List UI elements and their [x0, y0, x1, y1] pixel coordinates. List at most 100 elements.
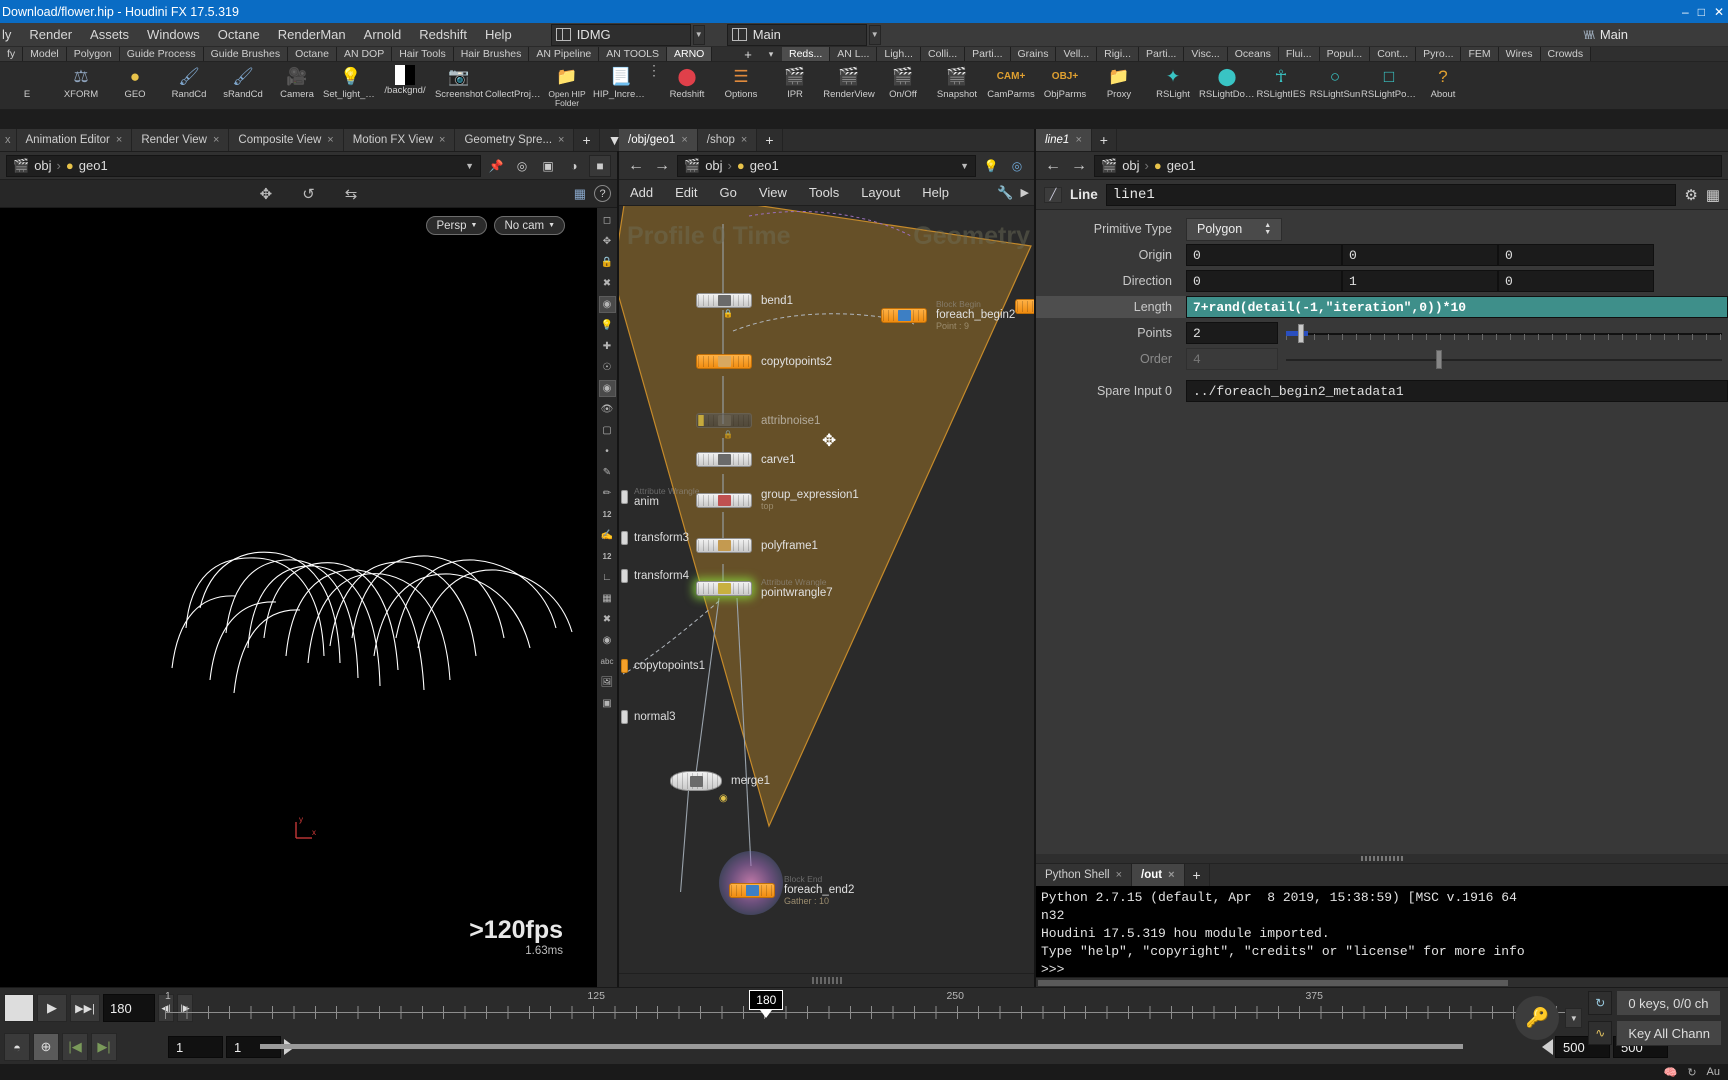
image-icon[interactable]: 🖼: [599, 674, 616, 691]
shelf-tab-an-tools[interactable]: AN TOOLS: [599, 47, 667, 61]
node-body[interactable]: [696, 354, 752, 369]
network-menu-view[interactable]: View: [748, 185, 798, 200]
snap-icon[interactable]: ✖: [599, 275, 616, 292]
node-pointwrangle7[interactable]: Attribute Wrangle pointwrangle7: [696, 577, 833, 599]
ghost-icon[interactable]: ▢: [599, 422, 616, 439]
shelf-dropdown-button[interactable]: ▾: [760, 47, 782, 61]
shelf-tab-an-light[interactable]: AN L...: [830, 47, 878, 61]
handles-icon[interactable]: ✥: [599, 233, 616, 250]
stop-button[interactable]: [4, 994, 34, 1022]
back-arrow-icon[interactable]: ←: [1042, 155, 1064, 177]
close-icon[interactable]: ×: [681, 134, 687, 146]
breadcrumb-obj[interactable]: obj: [34, 158, 51, 173]
node-copytopoints1[interactable]: copytopoints1: [621, 659, 705, 673]
scrollbar-thumb[interactable]: [1038, 980, 1508, 986]
bulb-icon[interactable]: 💡: [980, 155, 1002, 177]
menu-item-renderman[interactable]: RenderMan: [269, 23, 355, 47]
desktop-main-dropdown[interactable]: ▼: [868, 24, 881, 45]
close-icon[interactable]: ×: [213, 134, 219, 146]
shelf-tab-lights[interactable]: Ligh...: [877, 47, 921, 61]
shelf-tab-oceans[interactable]: Oceans: [1227, 47, 1279, 61]
material-icon[interactable]: ◉: [598, 380, 616, 397]
parameters-breadcrumb[interactable]: 🎬 obj › ● geo1: [1094, 154, 1722, 177]
key-dropdown-icon[interactable]: ▼: [1565, 1008, 1583, 1028]
tab-out[interactable]: /out ×: [1132, 864, 1185, 886]
node-merge1[interactable]: merge1: [670, 771, 770, 791]
shelf-tab-populate[interactable]: Popul...: [1319, 47, 1371, 61]
channel-curve-icon[interactable]: ∿: [1588, 1021, 1613, 1045]
network-breadcrumb[interactable]: 🎬 obj › ● geo1 ▼: [677, 154, 976, 177]
tab-geometry-spreadsheet[interactable]: Geometry Spre... ×: [455, 129, 575, 151]
close-icon[interactable]: ×: [1168, 869, 1174, 881]
node-group-expression1[interactable]: group_expression1 top: [696, 489, 859, 511]
node-body[interactable]: [696, 452, 752, 467]
channel-refresh-icon[interactable]: ↻: [1588, 991, 1613, 1015]
viewport-layout-icon[interactable]: ▦: [574, 186, 586, 202]
network-tab-obj-geo1[interactable]: /obj/geo1 ×: [619, 129, 698, 151]
menu-item-render[interactable]: Render: [20, 23, 81, 47]
visibility-icon[interactable]: 👁: [599, 401, 616, 418]
breadcrumb-obj[interactable]: obj: [705, 158, 722, 173]
cube-icon[interactable]: ▣: [537, 155, 559, 177]
close-icon[interactable]: ×: [439, 134, 445, 146]
target-icon[interactable]: ◎: [1006, 155, 1028, 177]
tab-render-view[interactable]: Render View ×: [132, 129, 230, 151]
refresh-icon[interactable]: ↻: [1687, 1066, 1696, 1079]
menu-item-assets[interactable]: Assets: [81, 23, 138, 47]
node-body[interactable]: [696, 538, 752, 553]
auto-key-icon[interactable]: ⊕: [33, 1033, 59, 1061]
network-canvas[interactable]: Profile 0 Time Geometry bend1 🔒 Block Be…: [619, 206, 1034, 973]
desktop-idmg-dropdown[interactable]: ▼: [692, 24, 705, 45]
playback-range-bar[interactable]: [260, 1037, 1463, 1057]
playhead[interactable]: 180: [749, 990, 784, 1010]
timeline-ruler[interactable]: 1 125 250 375 180: [165, 990, 1573, 1026]
shelf-tool-set-light[interactable]: 💡 Set_light_C...: [323, 62, 379, 109]
node-foreach-end2[interactable]: Block End foreach_end2 Gather : 10: [729, 874, 854, 906]
global-start-field[interactable]: 1: [168, 1036, 223, 1058]
animation-mode-icon[interactable]: ◓: [4, 1033, 30, 1061]
shelf-tool-collectproject[interactable]: CollectProject: [485, 62, 541, 109]
shelf-tool-rslight[interactable]: ✦ RSLight: [1146, 62, 1200, 109]
range-start-button[interactable]: |◀: [62, 1033, 88, 1061]
shelf-tool-camera[interactable]: 🎥 Camera: [270, 62, 324, 109]
menu-item-redshift[interactable]: Redshift: [410, 23, 476, 47]
viewport-breadcrumb[interactable]: 🎬 obj › ● geo1 ▼: [6, 154, 481, 177]
node-body[interactable]: [696, 293, 752, 308]
parameters-splitter[interactable]: [1036, 854, 1728, 863]
desktop-selector-main[interactable]: Main: [726, 23, 867, 46]
shelf-tab-particles2[interactable]: Parti...: [1138, 47, 1185, 61]
shelf-tab-octane[interactable]: Octane: [288, 47, 337, 61]
shelf-tab-particles[interactable]: Parti...: [965, 47, 1011, 61]
chevron-down-icon[interactable]: ▼: [960, 161, 969, 171]
shelf-tool-rslightdome[interactable]: ⬤ RSLightDome: [1199, 62, 1255, 109]
network-menu-help[interactable]: Help: [911, 185, 960, 200]
node-attribnoise1[interactable]: attribnoise1: [696, 413, 820, 428]
menu-item-help[interactable]: Help: [476, 23, 521, 47]
shelf-tab-crowds[interactable]: Crowds: [1540, 47, 1592, 61]
shelf-tool-snapshot[interactable]: 🎬 Snapshot: [930, 62, 984, 109]
tab-animation-editor[interactable]: Animation Editor ×: [16, 129, 133, 151]
viewport-tab-scene[interactable]: x: [0, 129, 17, 151]
shelf-tab-guide-brushes[interactable]: Guide Brushes: [203, 47, 289, 61]
pen-icon[interactable]: ✏: [599, 485, 616, 502]
shelf-tab-hair-brushes[interactable]: Hair Brushes: [453, 47, 530, 61]
target-icon[interactable]: ◎: [511, 155, 533, 177]
key-all-channels-button[interactable]: Key All Chann: [1616, 1020, 1722, 1046]
shelf-tab-collisions[interactable]: Colli...: [920, 47, 966, 61]
node-carve1[interactable]: carve1: [696, 452, 796, 467]
shelf-tool-objparms[interactable]: OBJ+ ObjParms: [1038, 62, 1092, 109]
node-name-field[interactable]: line1: [1105, 183, 1677, 206]
shelf-tool-rslightsun[interactable]: ○ RSLightSun: [1308, 62, 1362, 109]
close-icon[interactable]: ×: [1075, 134, 1081, 146]
shelf-tab-redshift[interactable]: Reds...: [782, 47, 831, 61]
wrench-icon[interactable]: 🔧: [997, 185, 1013, 201]
python-add-tab[interactable]: +: [1184, 864, 1210, 886]
parameters-add-tab[interactable]: +: [1091, 129, 1117, 151]
gear-icon[interactable]: ⚙: [1684, 186, 1697, 204]
network-menu-go[interactable]: Go: [709, 185, 748, 200]
num12-icon[interactable]: 12: [599, 506, 616, 523]
shelf-tab-vellum[interactable]: Vell...: [1056, 47, 1098, 61]
shelf-tool-ipr[interactable]: 🎬 IPR: [768, 62, 822, 109]
shelf-tool-e[interactable]: E: [0, 62, 54, 109]
shelf-tool-randcd[interactable]: 🖌 RandCd: [162, 62, 216, 109]
